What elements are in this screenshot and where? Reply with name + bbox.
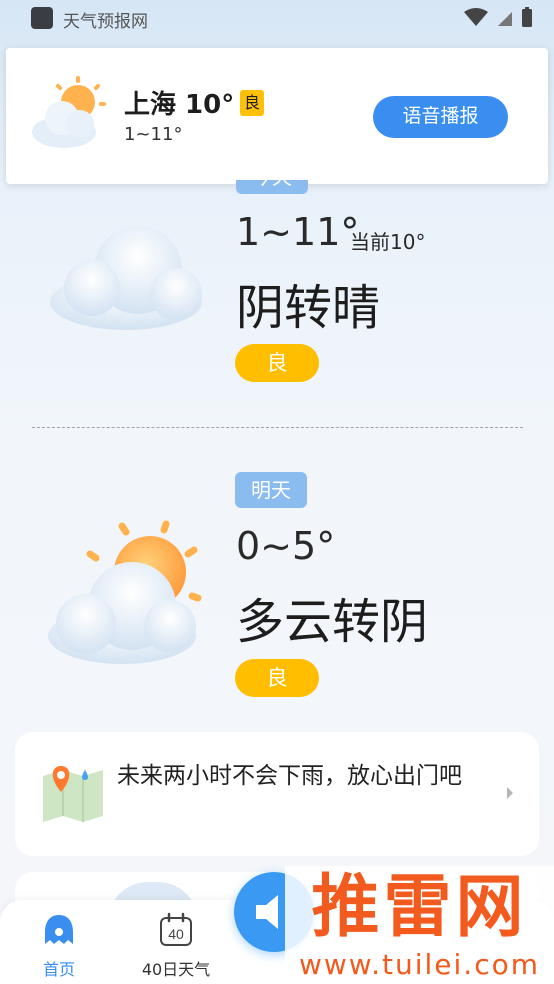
nav-label-40day: 40日天气 [141, 960, 211, 979]
today-aqi-pill: 良 [235, 344, 319, 382]
status-icons [464, 7, 532, 27]
nav-item-40day[interactable]: 40 40日天气 [131, 908, 221, 979]
chevron-right-icon[interactable] [505, 786, 515, 800]
nav-label-home: 首页 [42, 960, 75, 979]
tomorrow-condition: 多云转阴 [236, 594, 429, 650]
rain-forecast-card[interactable]: 未来两小时不会下雨，放心出门吧 [15, 732, 539, 856]
nav-item-home[interactable]: 首页 [14, 908, 104, 979]
status-bar: 天气预报网 [0, 0, 554, 38]
notification-temp-range: 1~11° [124, 124, 183, 145]
calendar-icon: 40 [160, 912, 192, 946]
partly-cloudy-icon [48, 520, 202, 664]
aqi-badge: 良 [240, 90, 265, 116]
today-current-temp: 当前10° [350, 230, 426, 254]
today-temp-range: 1~11° [236, 210, 360, 254]
status-app-title: 天气预报网 [63, 12, 148, 32]
tomorrow-label: 明天 [235, 472, 307, 508]
watermark-brand: 推雷网 [311, 868, 528, 947]
cloud-icon [50, 226, 202, 330]
tomorrow-temp-range: 0~5° [236, 524, 336, 568]
notification-city-temp: 上海 10° [124, 90, 235, 120]
section-divider [32, 427, 523, 428]
watermark: 推雷网 www.tuilei.com [285, 866, 554, 984]
voice-broadcast-button[interactable]: 语音播报 [373, 96, 508, 138]
tomorrow-aqi-pill: 良 [235, 659, 319, 697]
home-ghost-icon [45, 915, 73, 944]
battery-icon [522, 9, 532, 27]
signal-icon [498, 12, 512, 26]
wifi-icon [464, 8, 488, 26]
rain-forecast-text: 未来两小时不会下雨，放心出门吧 [117, 763, 462, 789]
calendar-icon-number: 40 [168, 926, 184, 942]
watermark-url: www.tuilei.com [298, 948, 541, 981]
map-pin-rain-icon [43, 766, 103, 822]
app-icon [31, 7, 53, 29]
partly-cloudy-icon [32, 76, 106, 148]
today-condition: 阴转晴 [236, 280, 381, 336]
weather-notification-card[interactable]: 上海 10° 良 1~11° 语音播报 [6, 48, 548, 184]
